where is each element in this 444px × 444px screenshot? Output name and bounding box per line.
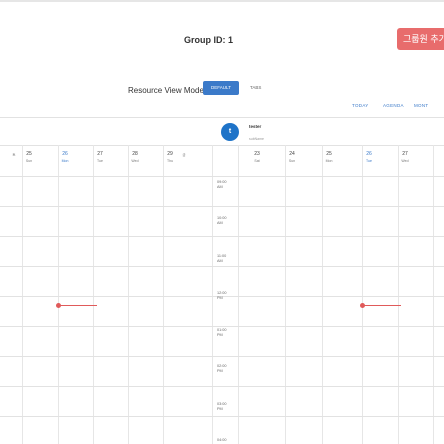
grid-column-line (58, 145, 59, 444)
day-header[interactable] (433, 151, 444, 153)
add-group-member-button[interactable]: 그룹원 추가 (397, 28, 444, 50)
day-header[interactable]: 토 (7, 151, 21, 158)
grid-column-line (93, 145, 94, 444)
current-time-indicator (60, 305, 97, 306)
group-id-label: Group ID: 1 (184, 35, 233, 45)
time-slot-label: 10:00 AM (217, 216, 227, 225)
resource-subtitle: subName (249, 137, 264, 141)
time-slot-label: 04:00 (217, 438, 227, 442)
time-slot-label: 02:00 PM (217, 364, 227, 373)
time-slot-label: 01:00 PM (217, 328, 227, 337)
day-header[interactable]: 24 Sun (285, 151, 299, 163)
grid-row-line (0, 386, 444, 387)
day-header[interactable]: 29 Thu (163, 151, 177, 163)
grid-row-line (0, 236, 444, 237)
time-column-right-border (238, 145, 239, 444)
month-view-button[interactable]: MONT (414, 103, 428, 108)
resource-name: tester (249, 124, 262, 129)
top-border (0, 0, 444, 2)
resource-view-mode-label: Resource View Mode: (128, 86, 207, 95)
day-header[interactable]: 25 Mon (322, 151, 336, 163)
grid-row-line (0, 176, 444, 177)
grid-column-line (362, 145, 363, 444)
grid-row-line (0, 266, 444, 267)
tabs-view-option[interactable]: TABS (250, 85, 261, 90)
default-view-button[interactable]: DEFAULT (203, 81, 239, 95)
time-slot-label: 03:00 PM (217, 402, 227, 411)
grid-column-line (322, 145, 323, 444)
time-slot-label: 12:00 PM (217, 291, 227, 300)
today-button[interactable]: TODAY (352, 103, 369, 108)
grid-column-line (285, 145, 286, 444)
grid-column-line (163, 145, 164, 444)
grid-row-line (0, 326, 444, 327)
grid-row-line (0, 416, 444, 417)
grid-row-line (0, 356, 444, 357)
day-header-today[interactable]: 26 Tue (362, 151, 376, 163)
grid-column-line (128, 145, 129, 444)
current-time-indicator (364, 305, 401, 306)
day-header-today[interactable]: 26 Mon (58, 151, 72, 163)
agenda-view-button[interactable]: AGENDA (383, 103, 404, 108)
day-header[interactable]: 28 Wed (128, 151, 142, 163)
time-slot-label: 11:00 AM (217, 254, 227, 263)
time-slot-label: 09:00 AM (217, 180, 227, 189)
day-header[interactable]: 27 Tue (93, 151, 107, 163)
grid-row-line (0, 206, 444, 207)
calendar-top-border (0, 117, 444, 118)
grid-column-line (22, 145, 23, 444)
day-header[interactable]: 23 Sat (250, 151, 264, 163)
resource-avatar: t (221, 123, 239, 141)
calendar-header-divider (0, 145, 444, 146)
day-header[interactable]: 금 (177, 151, 191, 158)
day-header[interactable]: 27 Wed (398, 151, 412, 163)
time-column-left-border (212, 145, 213, 444)
day-header[interactable]: 25 Sun (22, 151, 36, 163)
grid-column-line (398, 145, 399, 444)
grid-column-line (433, 145, 434, 444)
